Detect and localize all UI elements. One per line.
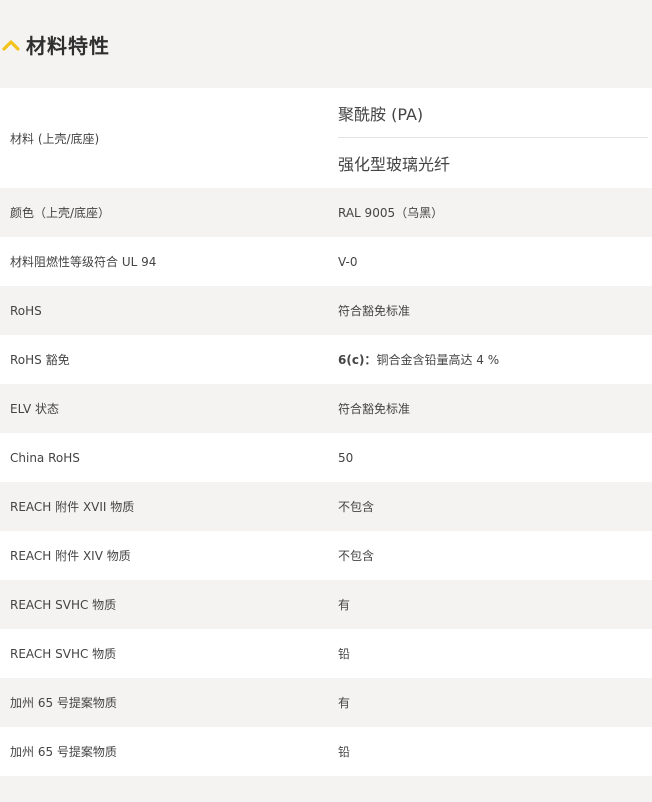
table-row: REACH 附件 XIV 物质 不包含	[0, 531, 652, 580]
row-label: 材料 (上壳/底座)	[10, 131, 100, 146]
table-row: 加州 65 号提案物质 有	[0, 678, 652, 727]
row-value: 强化型玻璃光纤	[338, 155, 451, 174]
table-row: REACH SVHC 物质 有	[0, 580, 652, 629]
row-value: 有	[338, 598, 351, 612]
row-value: 50	[338, 450, 354, 465]
table-row: REACH 附件 XVII 物质 不包含	[0, 482, 652, 531]
row-label: RoHS	[10, 303, 42, 318]
row-label: 加州 65 号提案物质	[10, 745, 117, 759]
row-label: 材料阻燃性等级符合 UL 94	[10, 255, 157, 269]
table-row: REACH SVHC 物质 铅	[0, 629, 652, 678]
row-label: ELV 状态	[10, 402, 59, 416]
properties-table: 材料 (上壳/底座) 聚酰胺 (PA) 强化型玻璃光纤 颜色（上壳/底座） RA…	[0, 88, 652, 776]
row-value: RAL 9005（乌黑）	[338, 206, 444, 220]
table-row: ELV 状态 符合豁免标准	[0, 384, 652, 433]
row-label: REACH 附件 XVII 物质	[10, 500, 135, 514]
table-row: RoHS 豁免 6(c)：铜合金含铅量高达 4 %	[0, 335, 652, 384]
row-label: REACH SVHC 物质	[10, 647, 117, 661]
row-value: 6(c)：铜合金含铅量高达 4 %	[338, 351, 652, 368]
section-header[interactable]: 材料特性	[0, 0, 652, 88]
table-row: China RoHS 50	[0, 433, 652, 482]
row-label: REACH SVHC 物质	[10, 598, 117, 612]
row-value-group: 聚酰胺 (PA) 强化型玻璃光纤	[338, 88, 652, 188]
exemption-text: 铜合金含铅量高达 4 %	[376, 353, 500, 367]
row-value: 符合豁免标准	[338, 402, 411, 416]
row-label: 颜色（上壳/底座）	[10, 206, 111, 220]
row-value: 有	[338, 696, 351, 710]
chevron-up-icon[interactable]	[2, 37, 20, 51]
row-label: China RoHS	[10, 450, 80, 465]
row-label: 加州 65 号提案物质	[10, 696, 117, 710]
row-value: 不包含	[338, 549, 375, 563]
row-value: V-0	[338, 254, 358, 269]
row-value: 符合豁免标准	[338, 304, 411, 318]
section-title: 材料特性	[26, 33, 110, 58]
row-value: 铅	[338, 647, 351, 661]
table-row: 材料 (上壳/底座) 聚酰胺 (PA) 强化型玻璃光纤	[0, 88, 652, 188]
table-row: 颜色（上壳/底座） RAL 9005（乌黑）	[0, 188, 652, 237]
row-value: 聚酰胺 (PA)	[338, 88, 648, 138]
table-row: 加州 65 号提案物质 铅	[0, 727, 652, 776]
row-label: RoHS 豁免	[10, 353, 70, 367]
row-value: 不包含	[338, 500, 375, 514]
row-label: REACH 附件 XIV 物质	[10, 549, 131, 563]
table-row: RoHS 符合豁免标准	[0, 286, 652, 335]
row-value: 铅	[338, 745, 351, 759]
exemption-code: 6(c)：	[338, 353, 377, 367]
table-row: 材料阻燃性等级符合 UL 94 V-0	[0, 237, 652, 286]
